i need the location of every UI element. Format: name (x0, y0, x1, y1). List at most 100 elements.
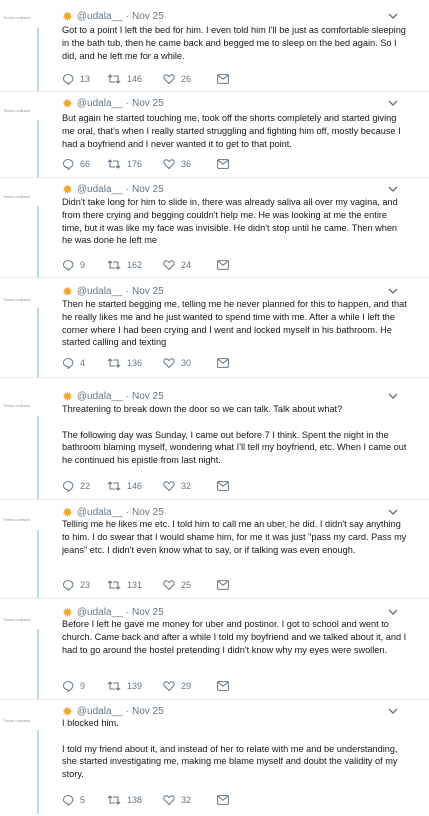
tweet[interactable]: Thread continued ✹ @udala__ · Nov 25 But… (0, 92, 429, 178)
username[interactable]: @udala__ (77, 391, 123, 402)
retweet-button[interactable]: 146 (107, 73, 163, 85)
username[interactable]: @udala__ (77, 286, 123, 297)
retweet-button[interactable]: 139 (107, 680, 163, 692)
username[interactable]: @udala__ (77, 507, 123, 518)
chevron-down-icon[interactable] (387, 285, 399, 297)
envelope-icon (217, 358, 229, 368)
timestamp[interactable]: Nov 25 (132, 184, 164, 195)
tweet[interactable]: Thread continued ✹ @udala__ · Nov 25 Did… (0, 178, 429, 278)
like-button[interactable]: 32 (163, 480, 217, 492)
chevron-down-icon[interactable] (387, 606, 399, 618)
tweet[interactable]: Thread continued ✹ @udala__ · Nov 25 Bef… (0, 599, 429, 700)
retweet-button[interactable]: 138 (107, 794, 163, 806)
retweet-icon (107, 159, 121, 169)
chevron-down-icon[interactable] (387, 10, 399, 22)
tweet-paragraph: But again he started touching me, took o… (62, 113, 401, 149)
envelope-icon (217, 481, 229, 491)
tweet[interactable]: Thread continued ✹ @udala__ · Nov 25 I b… (0, 700, 429, 816)
heart-icon (163, 795, 175, 806)
direct-message-button[interactable] (217, 358, 229, 368)
direct-message-button[interactable] (217, 681, 229, 691)
chevron-down-icon[interactable] (387, 390, 399, 402)
direct-message-button[interactable] (217, 159, 229, 169)
timestamp[interactable]: Nov 25 (132, 286, 164, 297)
retweet-button[interactable]: 136 (107, 357, 163, 369)
tweet-header: ✹ @udala__ · Nov 25 (62, 181, 164, 197)
retweet-button[interactable]: 131 (107, 579, 163, 591)
timestamp[interactable]: Nov 25 (132, 11, 164, 22)
tweet[interactable]: Thread continued ✹ @udala__ · Nov 25 The… (0, 278, 429, 378)
direct-message-button[interactable] (217, 481, 229, 491)
tweet-text: Threatening to break down the door so we… (62, 403, 407, 467)
tweet-header: ✹ @udala__ · Nov 25 (62, 388, 164, 404)
chevron-down-icon[interactable] (387, 183, 399, 195)
tweet[interactable]: Thread continued ✹ @udala__ · Nov 25 Got… (0, 0, 429, 92)
like-count: 25 (181, 580, 192, 590)
timestamp[interactable]: Nov 25 (132, 391, 164, 402)
timestamp[interactable]: Nov 25 (132, 507, 164, 518)
retweet-button[interactable]: 146 (107, 480, 163, 492)
tweet-header: ✹ @udala__ · Nov 25 (62, 283, 164, 299)
tweet[interactable]: Thread continued ✹ @udala__ · Nov 25 Thr… (0, 378, 429, 500)
tweet-paragraph: I blocked him. (62, 718, 119, 728)
envelope-icon (217, 580, 229, 590)
timestamp[interactable]: Nov 25 (132, 706, 164, 717)
retweet-icon (107, 795, 121, 805)
reply-icon (62, 259, 74, 271)
like-button[interactable]: 36 (163, 158, 217, 170)
timestamp[interactable]: Nov 25 (132, 607, 164, 618)
chevron-down-icon[interactable] (387, 97, 399, 109)
retweet-button[interactable]: 162 (107, 259, 163, 271)
tweet-paragraph: Before I left he gave me money for uber … (62, 619, 407, 655)
direct-message-button[interactable] (217, 795, 229, 805)
like-button[interactable]: 30 (163, 357, 217, 369)
gutter-label: Thread continued (3, 404, 31, 408)
chevron-down-icon[interactable] (387, 705, 399, 717)
like-button[interactable]: 32 (163, 794, 217, 806)
heart-icon (163, 159, 175, 170)
verified-star-icon: ✹ (62, 181, 73, 197)
retweet-count: 176 (127, 159, 143, 169)
tweet[interactable]: Thread continued ✹ @udala__ · Nov 25 Tel… (0, 500, 429, 599)
retweet-icon (107, 74, 121, 84)
reply-icon (62, 579, 74, 591)
reply-button[interactable]: 9 (62, 680, 107, 692)
like-count: 32 (181, 795, 192, 805)
tweet-actions: 5 138 32 (62, 793, 229, 807)
direct-message-button[interactable] (217, 580, 229, 590)
like-button[interactable]: 24 (163, 259, 217, 271)
username[interactable]: @udala__ (77, 184, 123, 195)
username[interactable]: @udala__ (77, 11, 123, 22)
verified-star-icon: ✹ (62, 604, 73, 620)
reply-button[interactable]: 9 (62, 259, 107, 271)
tweet-paragraph: Telling me he likes me etc. I told him t… (62, 519, 407, 555)
heart-icon (163, 681, 175, 692)
reply-button[interactable]: 22 (62, 480, 107, 492)
username[interactable]: @udala__ (77, 706, 123, 717)
retweet-count: 139 (127, 681, 143, 691)
reply-button[interactable]: 66 (62, 158, 107, 170)
retweet-button[interactable]: 176 (107, 158, 163, 170)
like-button[interactable]: 26 (163, 73, 217, 85)
tweet-actions: 9 139 29 (62, 679, 229, 693)
username[interactable]: @udala__ (77, 607, 123, 618)
direct-message-button[interactable] (217, 260, 229, 270)
reply-button[interactable]: 23 (62, 579, 107, 591)
reply-button[interactable]: 4 (62, 357, 107, 369)
chevron-down-icon[interactable] (387, 506, 399, 518)
like-button[interactable]: 25 (163, 579, 217, 591)
username[interactable]: @udala__ (77, 98, 123, 109)
gutter-label: Thread continued (3, 195, 31, 199)
direct-message-button[interactable] (217, 74, 229, 84)
retweet-count: 162 (127, 260, 143, 270)
timestamp[interactable]: Nov 25 (132, 98, 164, 109)
like-count: 30 (181, 358, 192, 368)
tweet-actions: 22 146 32 (62, 479, 229, 493)
tweet-actions: 13 146 26 (62, 72, 229, 86)
reply-button[interactable]: 13 (62, 73, 107, 85)
reply-button[interactable]: 5 (62, 794, 107, 806)
tweet-paragraph: Threatening to break down the door so we… (62, 404, 343, 414)
retweet-icon (107, 481, 121, 491)
heart-icon (163, 481, 175, 492)
like-button[interactable]: 29 (163, 680, 217, 692)
